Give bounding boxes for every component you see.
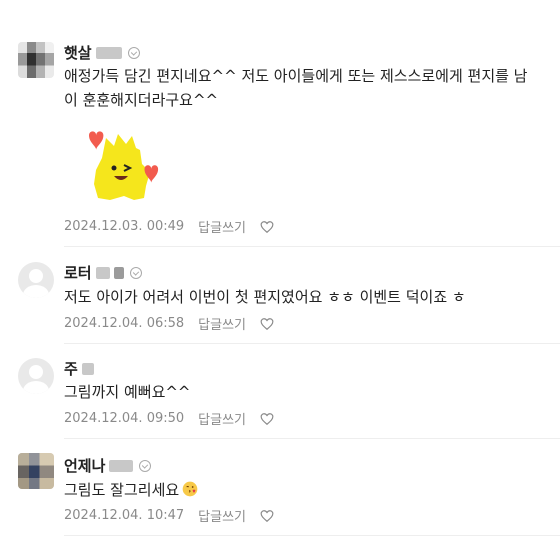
comment-text-line: 그림도 잘그리세요 bbox=[64, 481, 180, 499]
heart-outline-icon[interactable] bbox=[260, 220, 274, 234]
default-user-avatar-icon[interactable] bbox=[18, 262, 54, 298]
blurred-username bbox=[81, 362, 94, 375]
reply-button[interactable]: 답글쓰기 bbox=[198, 314, 246, 333]
comment-meta: 2024.12.04. 06:58 답글쓰기 bbox=[64, 314, 274, 333]
reply-button[interactable]: 답글쓰기 bbox=[198, 217, 246, 236]
comment-text-line: 저도 아이가 어려서 이번이 첫 편지였어요 ㅎㅎ 이벤트 덕이죠 ㅎ bbox=[64, 288, 466, 306]
yellow-character-sticker bbox=[89, 131, 159, 200]
comment-text: 그림도 잘그리세요 bbox=[64, 478, 198, 502]
comment-date: 2024.12.04. 06:58 bbox=[64, 316, 185, 331]
blurred-username bbox=[113, 266, 124, 279]
avatar[interactable] bbox=[18, 42, 54, 78]
blurred-username bbox=[95, 46, 122, 59]
face-blowing-kiss-emoji bbox=[182, 481, 198, 497]
avatar[interactable] bbox=[18, 453, 54, 489]
heart-outline-icon[interactable] bbox=[260, 412, 274, 426]
comment-text-line: 애정가득 담긴 편지네요^^ 저도 아이들에게 또는 제스스로에게 편지를 남 bbox=[64, 67, 528, 85]
comment-author-name[interactable]: 로터 bbox=[64, 262, 92, 283]
comment-text-line: 이 훈훈해지더라구요^^ bbox=[64, 91, 219, 109]
comment-divider bbox=[64, 343, 560, 344]
comment-divider bbox=[64, 438, 560, 439]
comment-author-name[interactable]: 햇살 bbox=[64, 42, 92, 63]
comment-date: 2024.12.04. 09:50 bbox=[64, 411, 185, 426]
comment-meta: 2024.12.04. 10:47 답글쓰기 bbox=[64, 506, 274, 525]
blurred-username bbox=[109, 459, 134, 472]
comment-date: 2024.12.03. 00:49 bbox=[64, 219, 185, 234]
default-user-avatar-icon[interactable] bbox=[18, 358, 54, 394]
comment-divider bbox=[64, 535, 560, 536]
reply-button[interactable]: 답글쓰기 bbox=[198, 409, 246, 428]
comment-meta: 2024.12.04. 09:50 답글쓰기 bbox=[64, 409, 274, 428]
comment-author-name[interactable]: 언제나 bbox=[64, 455, 105, 476]
comment-divider bbox=[64, 246, 560, 247]
heart-outline-icon[interactable] bbox=[260, 509, 274, 523]
comment-author-name[interactable]: 주 bbox=[64, 358, 78, 379]
blurred-username bbox=[95, 266, 110, 279]
badge-check-icon bbox=[139, 459, 152, 472]
heart-outline-icon[interactable] bbox=[260, 317, 274, 331]
comment-meta: 2024.12.03. 00:49 답글쓰기 bbox=[64, 217, 274, 236]
badge-check-icon bbox=[129, 266, 142, 279]
reply-button[interactable]: 답글쓰기 bbox=[198, 506, 246, 525]
comment-text-line: 그림까지 예뻐요^^ bbox=[64, 383, 191, 401]
badge-check-icon bbox=[127, 46, 140, 59]
comment-date: 2024.12.04. 10:47 bbox=[64, 508, 185, 523]
